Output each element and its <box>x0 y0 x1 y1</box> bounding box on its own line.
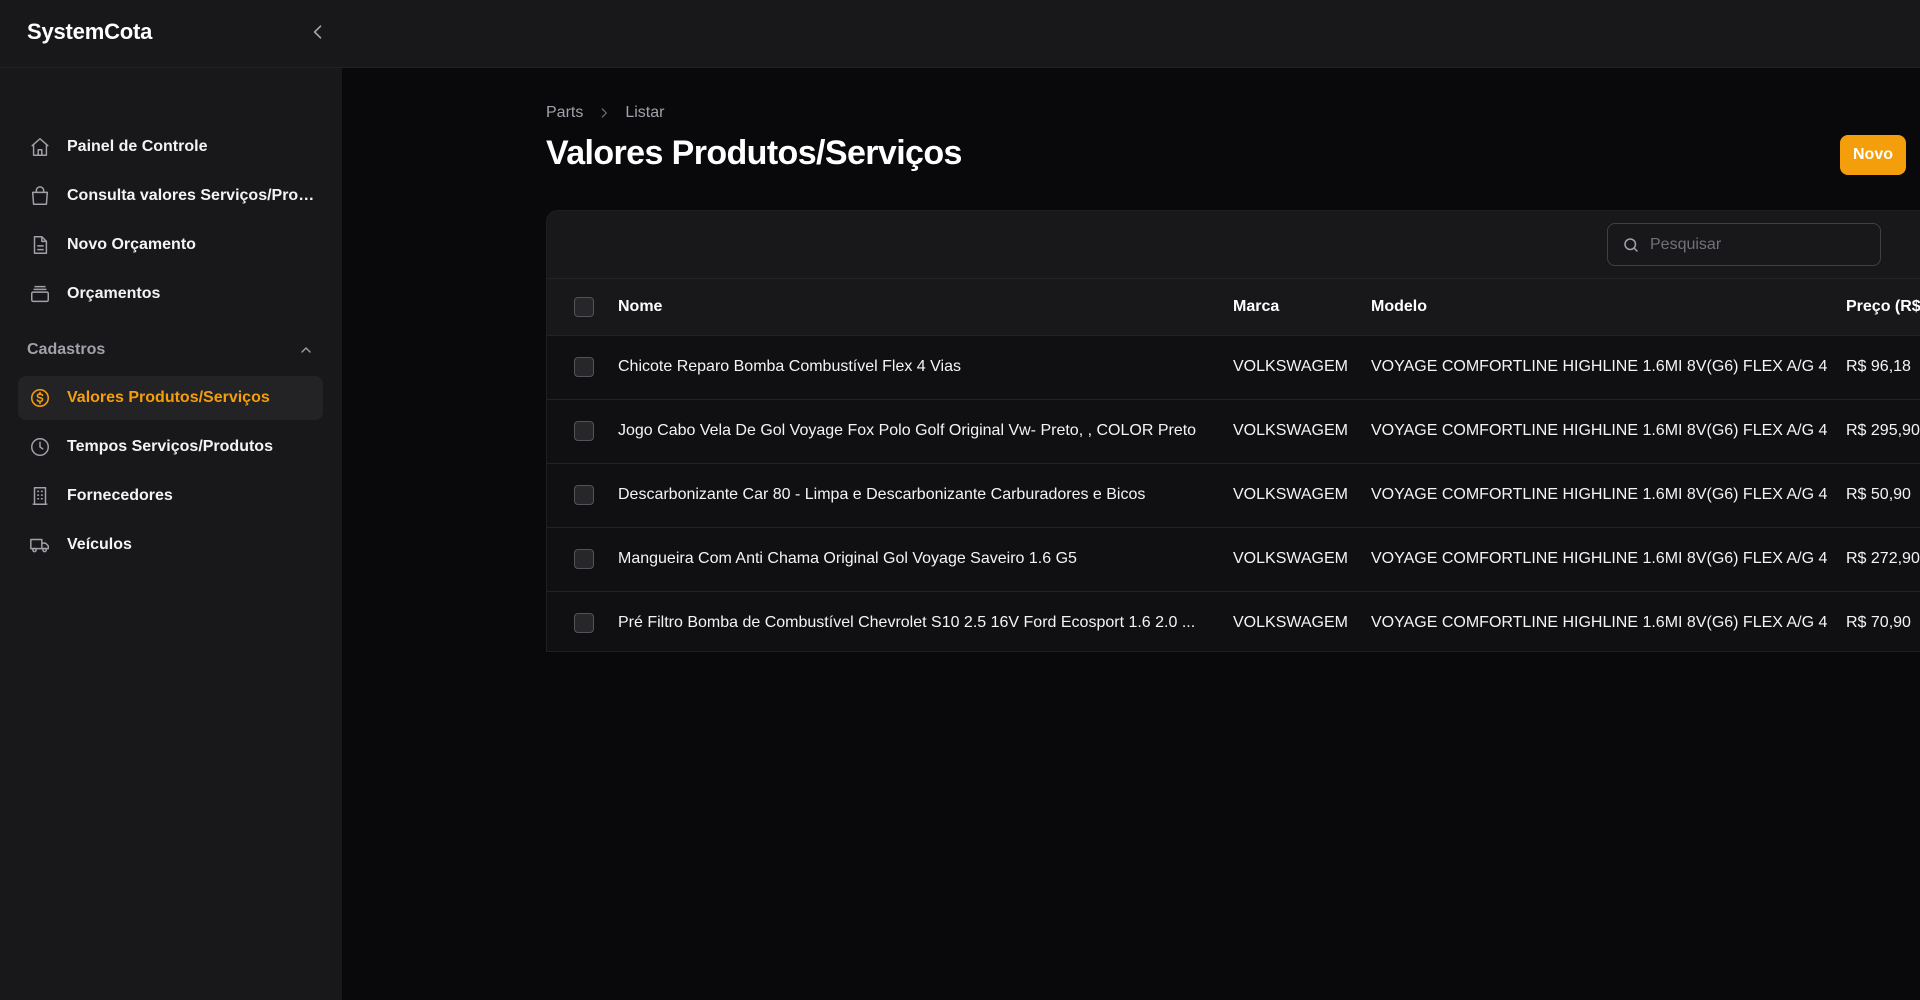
sidebar-item-label: Tempos Serviços/Produtos <box>67 438 273 455</box>
sidebar-item-label: Novo Orçamento <box>67 236 196 253</box>
table-row[interactable]: Pré Filtro Bomba de Combustível Chevrole… <box>547 591 1920 651</box>
search-input[interactable] <box>1650 235 1870 254</box>
table-header-row: Nome Marca Modelo Preço (R$) <box>547 279 1920 335</box>
chevron-right-icon <box>597 106 611 120</box>
currency-dollar-icon <box>28 386 52 410</box>
cell-preco: R$ 70,90 <box>1846 614 1911 632</box>
sidebar-item-fornecedores[interactable]: Fornecedores <box>18 474 323 518</box>
chevron-up-icon <box>301 347 311 353</box>
cell-preco: R$ 50,90 <box>1846 486 1911 503</box>
row-checkbox[interactable] <box>574 357 594 377</box>
table-row[interactable]: Mangueira Com Anti Chama Original Gol Vo… <box>547 527 1920 591</box>
sidebar-group-cadastros[interactable]: Cadastros <box>27 338 314 362</box>
sidebar-item-consulta-valores[interactable]: Consulta valores Serviços/Produtos <box>18 174 323 218</box>
shopping-bag-icon <box>28 184 52 208</box>
sidebar-item-novo-orcamento[interactable]: Novo Orçamento <box>18 223 323 267</box>
sidebar-item-label: Consulta valores Serviços/Produtos <box>67 187 317 204</box>
sidebar-item-label: Valores Produtos/Serviços <box>67 389 270 406</box>
cell-preco: R$ 272,90 <box>1846 550 1920 567</box>
breadcrumb: Parts Listar <box>546 104 664 122</box>
search-box[interactable] <box>1607 223 1881 266</box>
table-card: Nome Marca Modelo Preço (R$) Chicote Rep… <box>546 210 1920 652</box>
sidebar-item-valores-produtos-servicos[interactable]: Valores Produtos/Serviços <box>18 376 323 420</box>
sidebar-item-tempos-servicos-produtos[interactable]: Tempos Serviços/Produtos <box>18 425 323 469</box>
cell-modelo: VOYAGE COMFORTLINE HIGHLINE 1.6MI 8V(G6)… <box>1371 358 1828 375</box>
cell-nome: Pré Filtro Bomba de Combustível Chevrole… <box>618 614 1196 632</box>
column-header-marca[interactable]: Marca <box>1233 279 1371 335</box>
table-row[interactable]: Descarbonizante Car 80 - Limpa e Descarb… <box>547 463 1920 527</box>
select-all-checkbox[interactable] <box>574 296 594 317</box>
column-header-nome[interactable]: Nome <box>618 279 1233 335</box>
sidebar-item-label: Fornecedores <box>67 487 173 504</box>
cell-modelo: VOYAGE COMFORTLINE HIGHLINE 1.6MI 8V(G6)… <box>1371 614 1828 632</box>
table-toolbar <box>547 211 1920 279</box>
row-checkbox[interactable] <box>574 421 594 441</box>
products-table: Nome Marca Modelo Preço (R$) Chicote Rep… <box>547 279 1920 651</box>
page-title: Valores Produtos/Serviços <box>546 134 962 172</box>
sidebar-item-orcamentos[interactable]: Orçamentos <box>18 272 323 316</box>
cell-modelo: VOYAGE COMFORTLINE HIGHLINE 1.6MI 8V(G6)… <box>1371 550 1828 567</box>
cell-preco: R$ 96,18 <box>1846 358 1911 375</box>
top-bar: SystemCota <box>0 0 1920 68</box>
cell-marca: VOLKSWAGEM <box>1233 486 1348 503</box>
breadcrumb-current: Listar <box>625 104 665 121</box>
table-row[interactable]: Chicote Reparo Bomba Combustível Flex 4 … <box>547 335 1920 399</box>
document-icon <box>28 233 52 257</box>
sidebar-item-painel-de-controle[interactable]: Painel de Controle <box>18 125 323 169</box>
search-icon <box>1624 237 1638 252</box>
truck-icon <box>28 533 52 557</box>
archive-icon <box>28 282 52 306</box>
cell-marca: VOLKSWAGEM <box>1233 422 1348 439</box>
cell-modelo: VOYAGE COMFORTLINE HIGHLINE 1.6MI 8V(G6)… <box>1371 422 1828 439</box>
sidebar-group-label: Cadastros <box>27 341 106 358</box>
home-icon <box>28 135 52 159</box>
sidebar-item-veiculos[interactable]: Veículos <box>18 523 323 567</box>
sidebar-item-label: Orçamentos <box>67 285 161 302</box>
cell-nome: Jogo Cabo Vela De Gol Voyage Fox Polo Go… <box>618 422 1197 439</box>
sidebar-item-label: Veículos <box>67 536 132 553</box>
collapse-sidebar-button[interactable] <box>302 16 334 48</box>
chevron-left-icon <box>313 25 322 39</box>
column-header-modelo[interactable]: Modelo <box>1371 279 1846 335</box>
building-icon <box>28 484 52 508</box>
cell-modelo: VOYAGE COMFORTLINE HIGHLINE 1.6MI 8V(G6)… <box>1371 486 1828 503</box>
cell-marca: VOLKSWAGEM <box>1233 358 1348 375</box>
column-header-preco[interactable]: Preço (R$) <box>1846 279 1920 335</box>
cell-nome: Mangueira Com Anti Chama Original Gol Vo… <box>618 550 1077 567</box>
cell-marca: VOLKSWAGEM <box>1233 550 1348 567</box>
cell-marca: VOLKSWAGEM <box>1233 614 1348 632</box>
cell-preco: R$ 295,90 <box>1846 422 1920 439</box>
sidebar: Painel de Controle Consulta valores Serv… <box>0 68 342 1000</box>
sidebar-item-label: Painel de Controle <box>67 138 208 155</box>
table-row[interactable]: Jogo Cabo Vela De Gol Voyage Fox Polo Go… <box>547 399 1920 463</box>
row-checkbox[interactable] <box>574 613 594 634</box>
cell-nome: Descarbonizante Car 80 - Limpa e Descarb… <box>618 486 1146 503</box>
row-checkbox[interactable] <box>574 485 594 505</box>
new-button[interactable]: Novo <box>1840 135 1906 175</box>
cell-nome: Chicote Reparo Bomba Combustível Flex 4 … <box>618 358 961 375</box>
app-title: SystemCota <box>27 19 153 44</box>
clock-icon <box>28 435 52 459</box>
row-checkbox[interactable] <box>574 549 594 569</box>
breadcrumb-link-parts[interactable]: Parts <box>546 104 583 122</box>
